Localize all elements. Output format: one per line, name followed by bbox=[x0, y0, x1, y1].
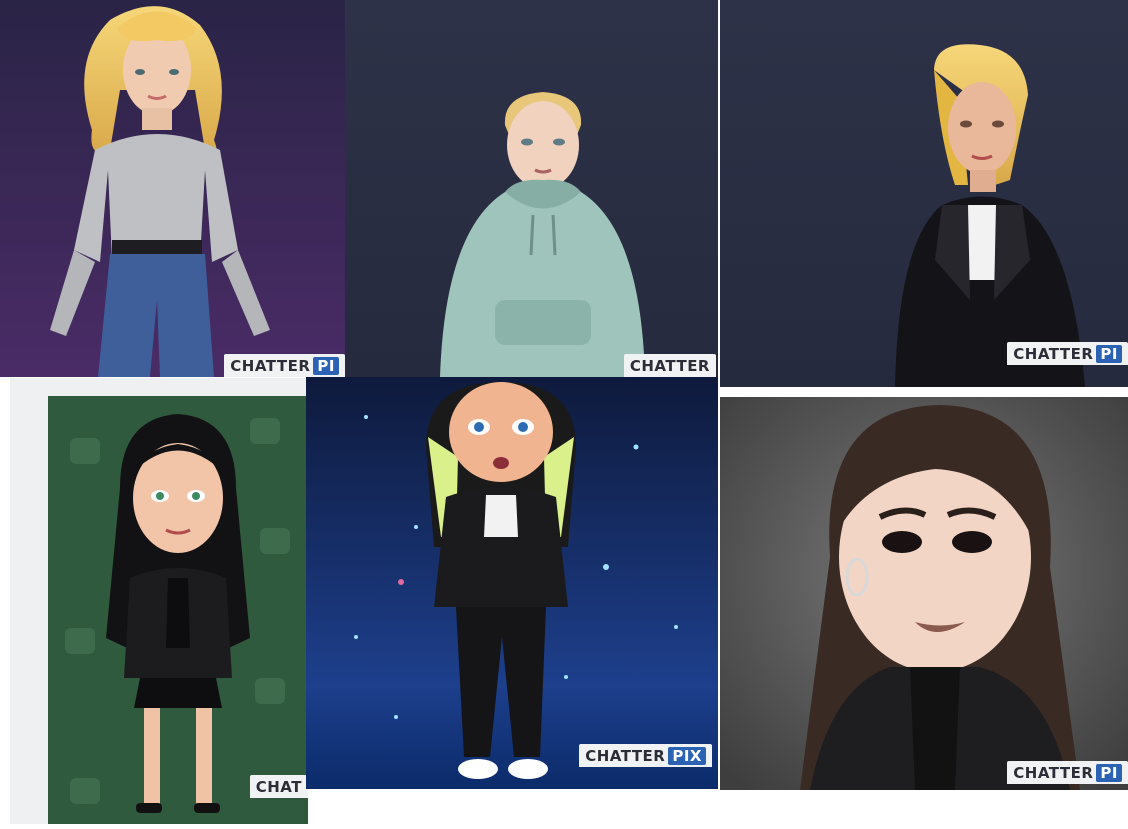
avatar-figure-cartoon-black-hair bbox=[48, 396, 308, 824]
avatar-figure-blonde-ponytail bbox=[720, 0, 1128, 387]
avatar-tile-1: CHATTER PI bbox=[0, 0, 345, 377]
avatar-tile-4: CHAT bbox=[10, 378, 308, 824]
avatar-tile-6: CHATTER PI bbox=[720, 397, 1128, 790]
avatar-tile-5: CHATTER PIX bbox=[306, 377, 718, 789]
avatar-figure-blonde-sweater bbox=[0, 0, 345, 377]
chatterpix-watermark: CHATTER bbox=[623, 354, 716, 377]
chatterpix-watermark: CHATTER PI bbox=[1007, 761, 1128, 784]
chatterpix-watermark: CHATTER PIX bbox=[579, 744, 712, 767]
avatar-tile-3: CHATTER PI bbox=[720, 0, 1128, 387]
avatar-figure-cartoon-closeup bbox=[720, 397, 1128, 790]
avatar-figure-cartoon-starry bbox=[306, 377, 718, 789]
chatterpix-watermark: CHAT bbox=[249, 775, 308, 798]
avatar-figure-mint-hoodie bbox=[345, 0, 718, 377]
chatterpix-watermark: CHATTER PI bbox=[1007, 342, 1128, 365]
avatar-tile-2: CHATTER bbox=[345, 0, 718, 377]
chatterpix-watermark: CHATTER PI bbox=[224, 354, 345, 377]
